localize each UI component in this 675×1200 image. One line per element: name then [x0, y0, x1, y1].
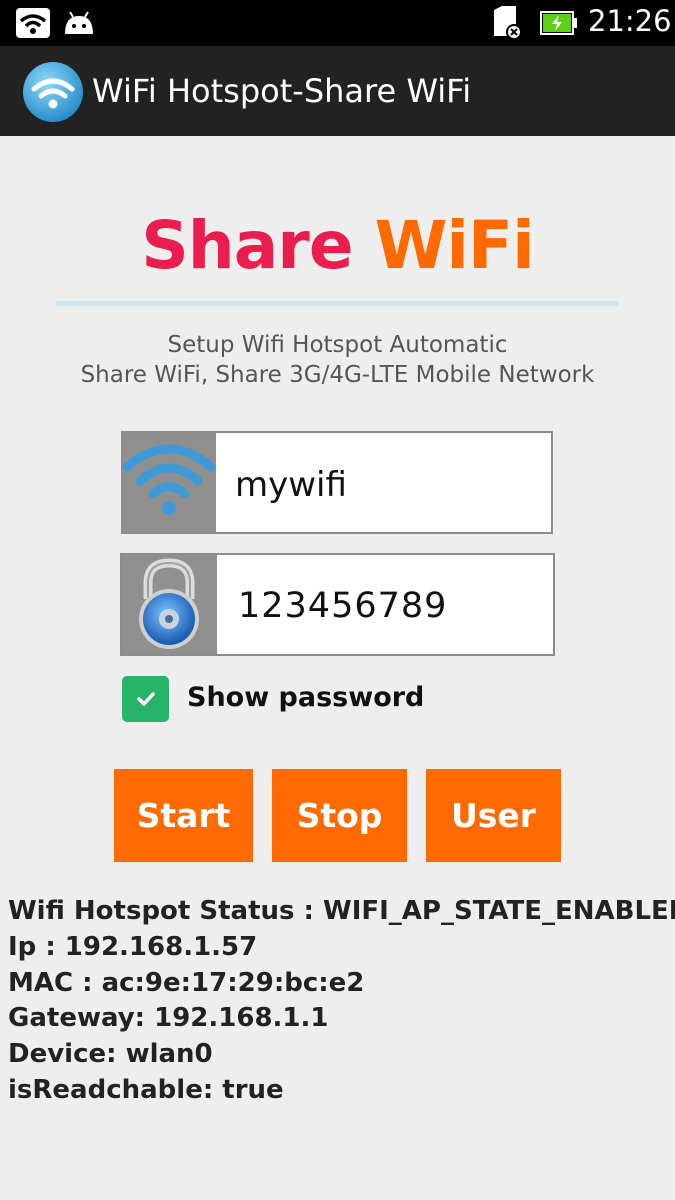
android-icon: [62, 10, 96, 40]
page-heading: Share WiFi: [0, 206, 675, 286]
password-input[interactable]: 123456789: [238, 586, 447, 626]
wifi-icon: [16, 8, 50, 42]
heading-word-share: Share: [141, 207, 353, 284]
ssid-input[interactable]: mywifi: [235, 465, 347, 505]
ssid-field[interactable]: mywifi: [121, 431, 553, 534]
ssid-icon-box: [123, 433, 216, 532]
stop-button[interactable]: Stop: [272, 769, 407, 862]
status-line-gateway: Gateway: 192.168.1.1: [8, 1003, 329, 1034]
subtitle-line-1: Setup Wifi Hotspot Automatic: [167, 332, 508, 358]
start-button[interactable]: Start: [114, 769, 253, 862]
battery-charging-icon: [540, 10, 578, 40]
clock: 21:26: [588, 4, 672, 38]
subtitle-line-2: Share WiFi, Share 3G/4G-LTE Mobile Netwo…: [80, 362, 595, 388]
heading-divider: [56, 301, 619, 306]
show-password-label[interactable]: Show password: [187, 682, 424, 713]
heading-word-wifi: WiFi: [374, 207, 535, 284]
hotspot-status-info: Wifi Hotspot Status : WIFI_AP_STATE_ENAB…: [8, 894, 675, 1109]
app-title: WiFi Hotspot-Share WiFi: [92, 72, 472, 110]
sd-card-icon: [492, 6, 524, 44]
status-line-mac: MAC : ac:9e:17:29:bc:e2: [8, 967, 365, 998]
password-icon-box: [122, 555, 217, 654]
status-line-hotspot-state: Wifi Hotspot Status : WIFI_AP_STATE_ENAB…: [8, 896, 675, 926]
status-line-ip: Ip : 192.168.1.57: [8, 931, 258, 962]
action-bar: WiFi Hotspot-Share WiFi: [0, 46, 675, 136]
user-button[interactable]: User: [426, 769, 561, 862]
wifi-logo-icon: [22, 61, 84, 123]
status-line-device: Device: wlan0: [8, 1039, 213, 1070]
show-password-checkbox[interactable]: [122, 676, 169, 722]
status-bar: 21:26: [0, 0, 675, 46]
status-line-reachable: isReadchable: true: [8, 1074, 284, 1105]
password-field[interactable]: 123456789: [120, 553, 555, 656]
